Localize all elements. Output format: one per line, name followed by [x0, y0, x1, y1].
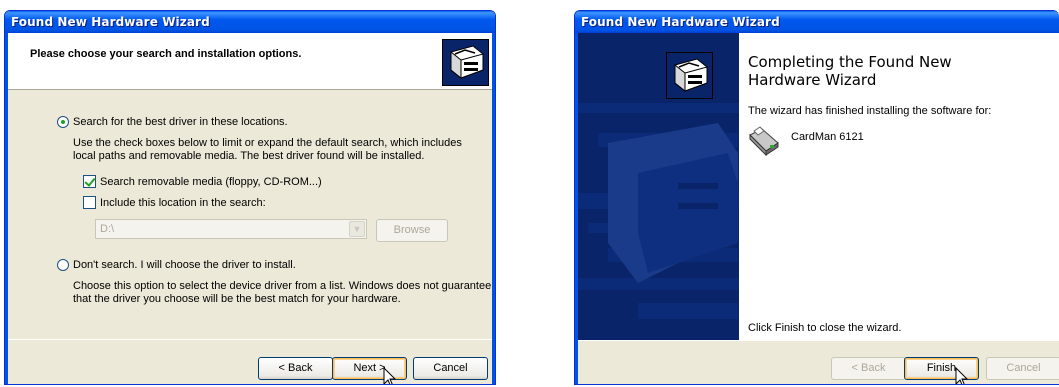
- footer-separator: [578, 340, 1059, 341]
- heading-line-2: Hardware Wizard: [748, 71, 877, 89]
- dont-search-description: Choose this option to select the device …: [73, 280, 492, 305]
- dont-search-radio[interactable]: [57, 259, 69, 271]
- dont-search-label[interactable]: Don't search. I will choose the driver t…: [73, 259, 296, 271]
- wizard-content: Completing the Found New Hardware Wizard…: [739, 33, 1059, 340]
- back-button[interactable]: < Back: [258, 357, 333, 380]
- mouse-cursor-icon: [383, 367, 397, 384]
- footer-separator: [8, 339, 492, 340]
- search-options-wizard-window: Found New Hardware Wizard Please choose …: [4, 10, 496, 385]
- cancel-button[interactable]: Cancel: [413, 357, 488, 380]
- search-description: Use the check boxes below to limit or ex…: [73, 137, 462, 162]
- cancel-button[interactable]: Cancel: [986, 357, 1059, 380]
- search-best-driver-label[interactable]: Search for the best driver in these loca…: [73, 116, 288, 128]
- completion-heading: Completing the Found New Hardware Wizard: [748, 53, 952, 89]
- hardware-wizard-icon: [666, 52, 713, 99]
- window-border-left: [575, 33, 578, 384]
- include-location-label[interactable]: Include this location in the search:: [100, 197, 266, 209]
- completing-wizard-window: Found New Hardware Wizard Completing the…: [574, 10, 1059, 385]
- wizard-header: Please choose your search and installati…: [8, 33, 492, 90]
- window-border-right: [492, 33, 495, 384]
- include-location-checkbox[interactable]: [83, 196, 96, 209]
- search-removable-media-label[interactable]: Search removable media (floppy, CD-ROM..…: [100, 176, 322, 188]
- window-title: Found New Hardware Wizard: [5, 11, 495, 33]
- device-name: CardMan 6121: [791, 131, 864, 143]
- header-title: Please choose your search and installati…: [30, 48, 302, 60]
- window-title: Found New Hardware Wizard: [575, 11, 1059, 33]
- close-instruction: Click Finish to close the wizard.: [748, 322, 902, 334]
- wizard-body: Search for the best driver in these loca…: [8, 91, 492, 339]
- card-reader-icon: [749, 126, 779, 157]
- location-value: D:\: [100, 223, 115, 235]
- wizard-sidebar-graphic: [578, 33, 739, 340]
- back-button[interactable]: < Back: [831, 357, 906, 380]
- finished-text: The wizard has finished installing the s…: [748, 105, 992, 117]
- search-best-driver-radio[interactable]: [57, 116, 69, 128]
- hardware-wizard-icon: [442, 39, 489, 86]
- browse-button[interactable]: Browse: [376, 219, 448, 242]
- search-removable-media-checkbox[interactable]: [83, 175, 96, 188]
- window-border-left: [5, 33, 8, 384]
- heading-line-1: Completing the Found New: [748, 53, 952, 71]
- chevron-down-icon[interactable]: ▼: [349, 221, 365, 237]
- location-combobox[interactable]: D:\ ▼: [95, 219, 367, 239]
- mouse-cursor-icon: [955, 367, 969, 384]
